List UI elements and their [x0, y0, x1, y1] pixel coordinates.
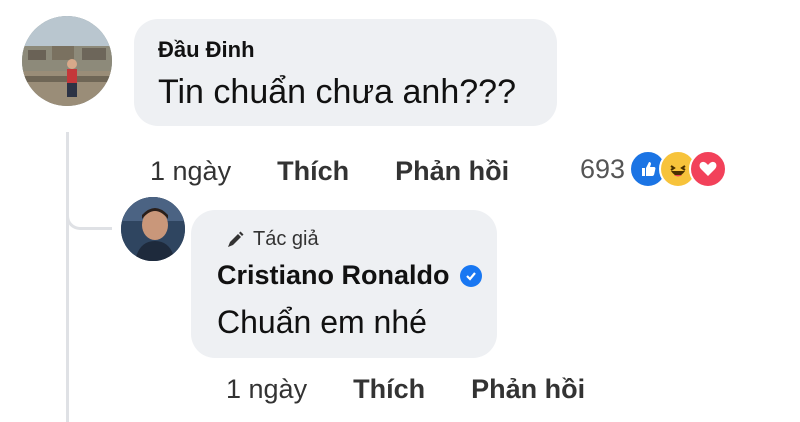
avatar-photo — [121, 197, 185, 261]
comment-author[interactable]: Đầu Đinh — [158, 37, 255, 63]
reply-timestamp[interactable]: 1 ngày — [226, 374, 307, 405]
reply-bubble: Tác giả Cristiano Ronaldo Chuẩn em nhé — [191, 210, 497, 358]
reply-like-button[interactable]: Thích — [353, 374, 425, 405]
comment-timestamp[interactable]: 1 ngày — [150, 156, 231, 187]
commenter-avatar[interactable] — [22, 16, 112, 106]
comment-bubble: Đầu Đinh Tin chuẩn chưa anh??? — [134, 19, 557, 126]
thread-line — [66, 132, 69, 422]
author-avatar[interactable] — [121, 197, 185, 261]
verified-badge-icon — [459, 264, 482, 287]
love-icon — [689, 150, 728, 188]
comment-reply-button[interactable]: Phản hồi — [395, 156, 509, 187]
author-badge: Tác giả — [225, 228, 319, 251]
reply-author[interactable]: Cristiano Ronaldo — [217, 260, 450, 291]
reply-author-row: Cristiano Ronaldo — [217, 260, 482, 291]
reply-connector — [66, 186, 112, 230]
reaction-count: 693 — [580, 153, 626, 184]
author-badge-label: Tác giả — [253, 228, 319, 250]
reaction-summary[interactable]: 693 — [580, 150, 728, 188]
reply-actions: 1 ngày Thích Phản hồi — [226, 374, 585, 405]
pen-icon — [228, 231, 244, 247]
comment-like-button[interactable]: Thích — [277, 156, 349, 187]
comment-actions: 1 ngày Thích Phản hồi — [150, 156, 509, 187]
reply-reply-button[interactable]: Phản hồi — [471, 374, 585, 405]
reply-text: Chuẩn em nhé — [217, 304, 427, 340]
comment-text: Tin chuẩn chưa anh??? — [158, 73, 516, 111]
avatar-photo — [22, 16, 112, 106]
